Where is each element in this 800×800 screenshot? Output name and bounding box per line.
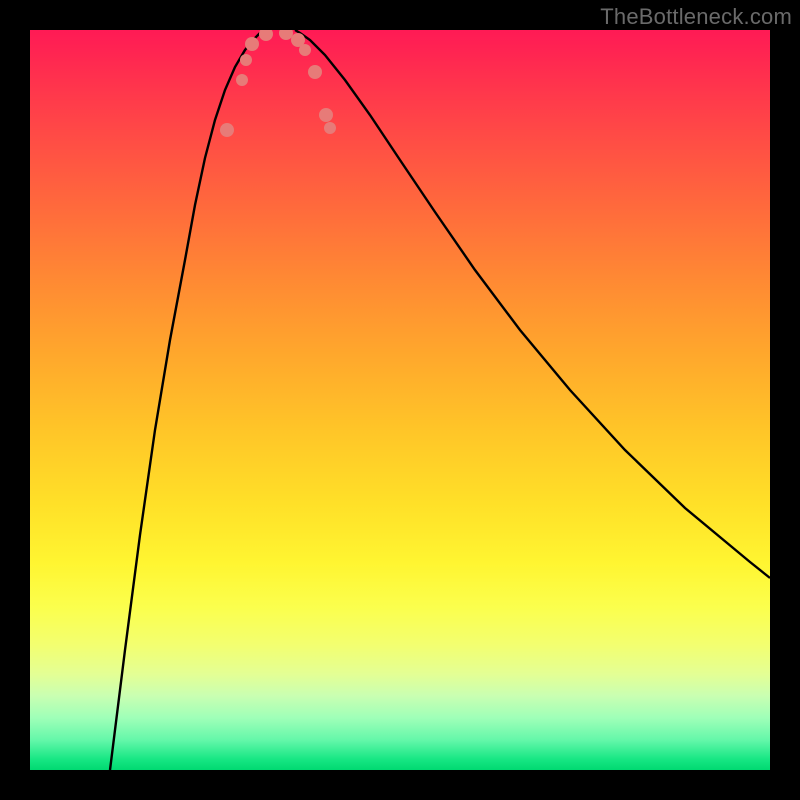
marker-point [308, 65, 322, 79]
curve-group [110, 30, 770, 770]
marker-point [279, 30, 293, 40]
series-left-curve [110, 30, 265, 770]
marker-point [259, 30, 273, 41]
marker-point [324, 122, 336, 134]
marker-group [220, 30, 336, 137]
marker-point [240, 54, 252, 66]
marker-point [220, 123, 234, 137]
chart-frame: TheBottleneck.com [0, 0, 800, 800]
marker-point [245, 37, 259, 51]
watermark-text: TheBottleneck.com [600, 4, 792, 30]
curves-svg [30, 30, 770, 770]
marker-point [236, 74, 248, 86]
series-right-curve [295, 30, 770, 578]
plot-area [30, 30, 770, 770]
marker-point [299, 44, 311, 56]
marker-point [319, 108, 333, 122]
